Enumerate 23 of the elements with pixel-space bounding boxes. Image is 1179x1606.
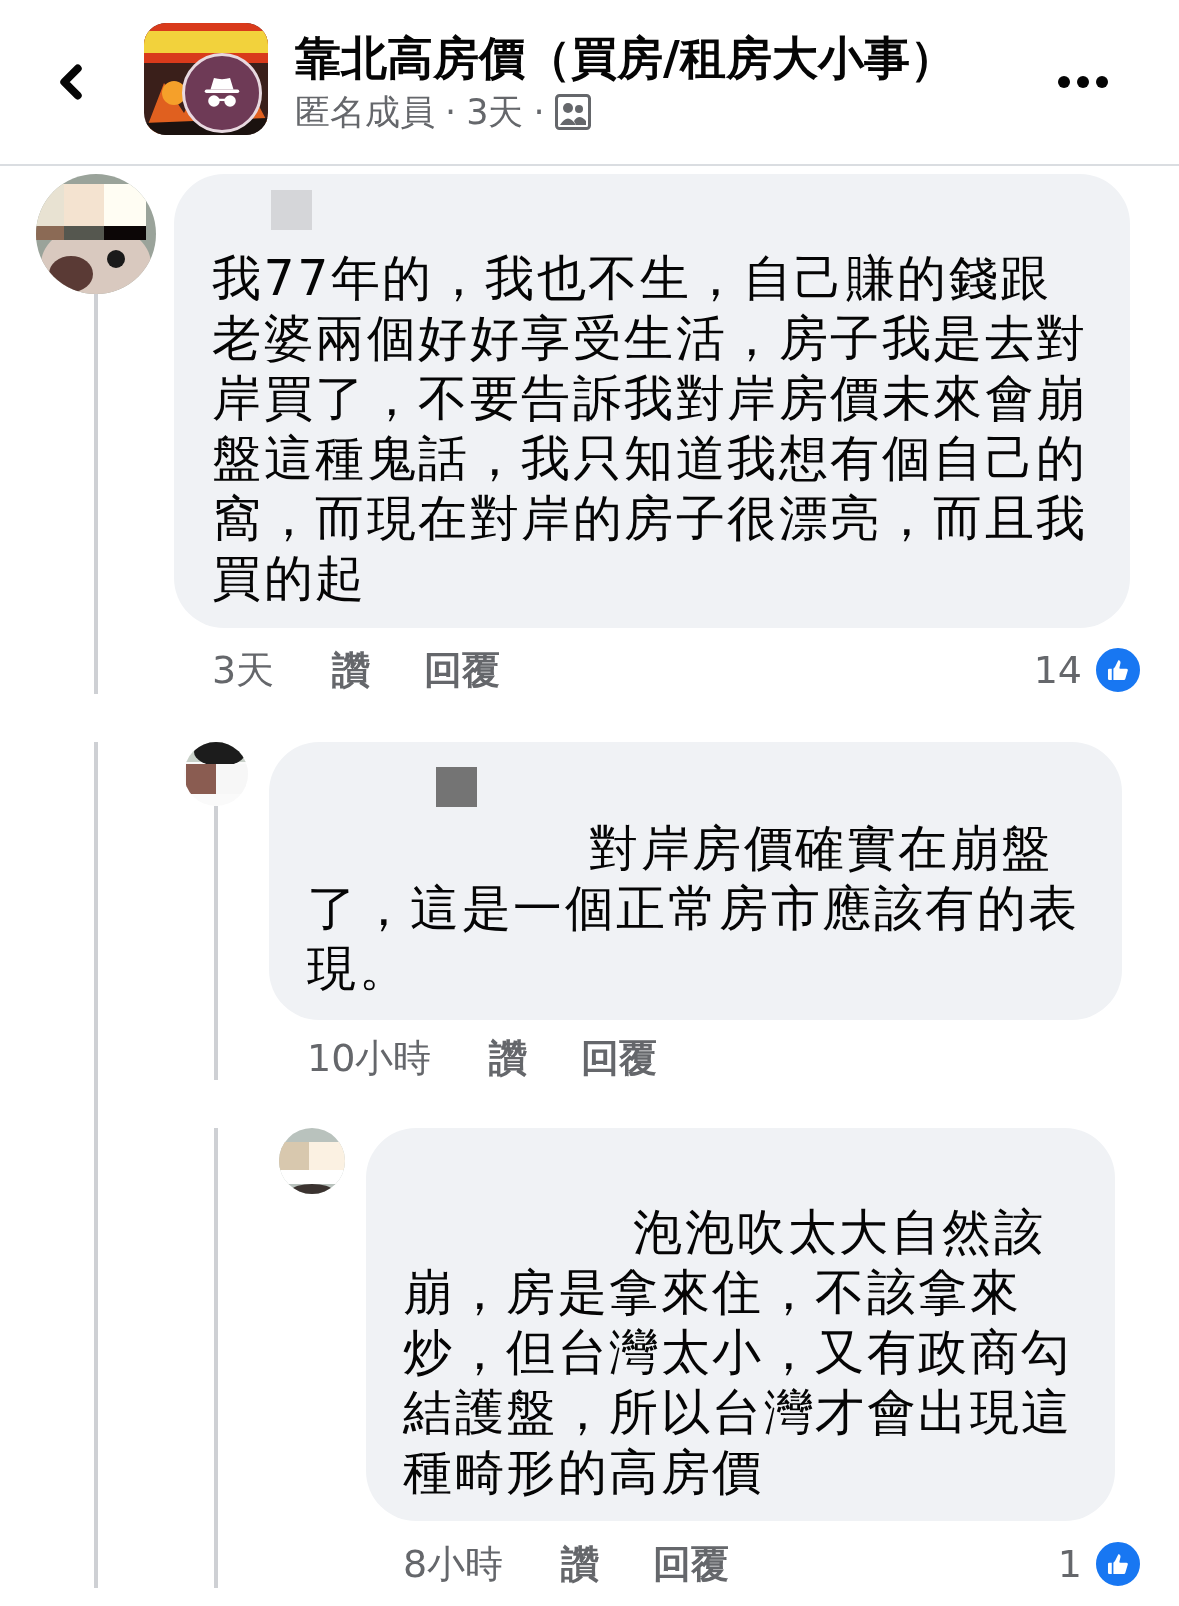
like-link[interactable]: 讚 bbox=[489, 1036, 528, 1080]
post-meta: 匿名成員 bbox=[295, 91, 435, 134]
comment-time: 10小時 bbox=[307, 1036, 432, 1080]
reply-link[interactable]: 回覆 bbox=[424, 648, 501, 692]
more-options-icon[interactable] bbox=[1057, 75, 1109, 89]
post-meta: · bbox=[533, 91, 545, 134]
people-icon bbox=[554, 94, 591, 130]
group-name[interactable]: 靠北高房價（買房/租房大小事） bbox=[295, 30, 1057, 86]
comment-time: 3天 bbox=[212, 648, 275, 692]
reply-link[interactable]: 回覆 bbox=[581, 1036, 658, 1080]
comment-text: 我77年的，我也不生，自己賺的錢跟老婆兩個好好享受生活，房子我是去對岸買了，不要告訴我對岸房價未來會崩盤這種鬼話，我只知道我想有個自己的窩，而現在對岸的房子很漂亮，而且我買的起 bbox=[212, 250, 1088, 607]
post-meta: · bbox=[445, 91, 457, 134]
reaction-count: 14 bbox=[1033, 648, 1082, 692]
reaction-count: 1 bbox=[1057, 1542, 1082, 1586]
redaction-block bbox=[271, 190, 312, 230]
like-link[interactable]: 讚 bbox=[561, 1542, 600, 1586]
like-link[interactable]: 讚 bbox=[332, 648, 371, 692]
comment-text: 泡泡吹太大自然該崩，房是拿來住，不該拿來炒，但台灣太小，又有政商勾結護盤，所以台灣才會出現這種畸形的高房價 bbox=[403, 1204, 1073, 1501]
post-meta: 3天 bbox=[466, 91, 524, 134]
comment-text: 對岸房價確實在崩盤了，這是一個正常房市應該有的表現。 bbox=[307, 820, 1080, 997]
redaction-block bbox=[436, 767, 477, 807]
reply-link[interactable]: 回覆 bbox=[653, 1542, 730, 1586]
comment-time: 8小時 bbox=[403, 1542, 504, 1586]
